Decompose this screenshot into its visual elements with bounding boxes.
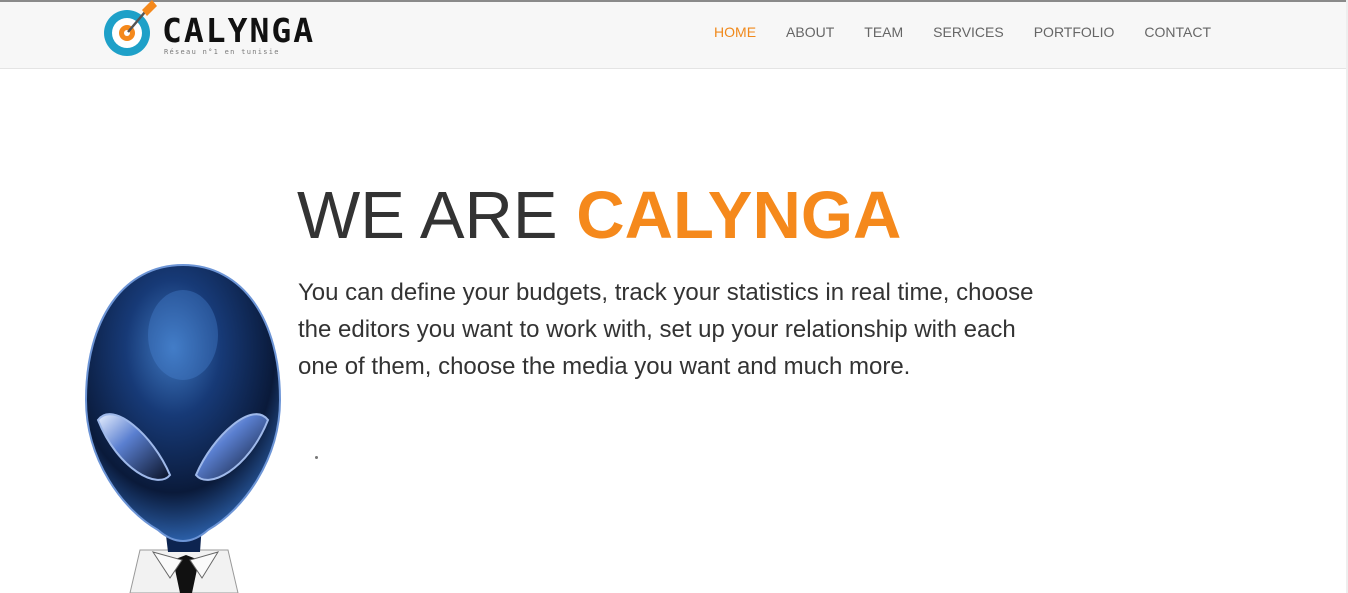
brand-tagline: Réseau n°1 en tunisie bbox=[164, 48, 280, 56]
nav-home[interactable]: HOME bbox=[699, 23, 771, 41]
hero-title: WE ARE CALYNGA bbox=[297, 178, 901, 253]
hero-description: You can define your budgets, track your … bbox=[298, 279, 1034, 380]
nav-team[interactable]: TEAM bbox=[849, 23, 918, 41]
hero-title-prefix: WE ARE bbox=[297, 178, 558, 253]
top-navbar: CALYNGA Réseau n°1 en tunisie HOME ABOUT… bbox=[0, 0, 1346, 69]
nav-portfolio[interactable]: PORTFOLIO bbox=[1019, 23, 1130, 41]
main-nav: HOME ABOUT TEAM SERVICES PORTFOLIO CONTA… bbox=[699, 23, 1226, 41]
brand-name: CALYNGA bbox=[162, 11, 316, 50]
target-dart-icon bbox=[104, 0, 157, 56]
nav-services[interactable]: SERVICES bbox=[918, 23, 1019, 41]
stray-dot bbox=[315, 456, 318, 459]
hero-title-highlight: CALYNGA bbox=[576, 178, 902, 253]
nav-contact[interactable]: CONTACT bbox=[1129, 23, 1226, 41]
alien-mascot-illustration bbox=[84, 263, 282, 593]
brand-logo[interactable]: CALYNGA Réseau n°1 en tunisie bbox=[100, 0, 313, 62]
nav-about[interactable]: ABOUT bbox=[771, 23, 849, 41]
